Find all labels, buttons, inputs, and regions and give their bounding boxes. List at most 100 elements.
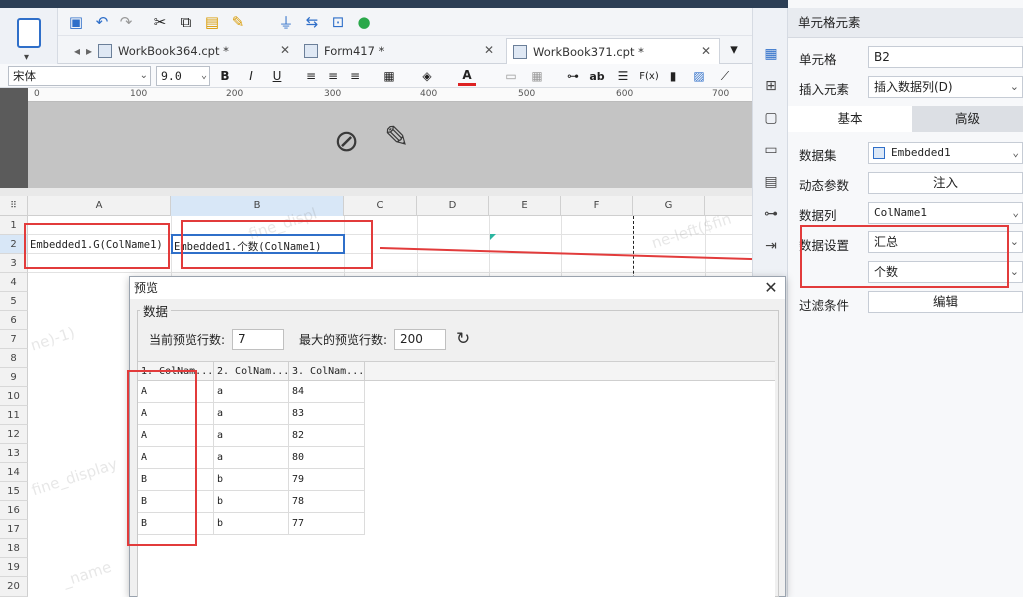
template-icon[interactable]: [17, 18, 41, 48]
row-header[interactable]: 10: [0, 387, 28, 406]
row-header[interactable]: 8: [0, 349, 28, 368]
close-icon[interactable]: ✕: [701, 44, 711, 58]
align-center-icon[interactable]: ≡: [324, 66, 342, 86]
check-icon[interactable]: ●: [354, 12, 374, 32]
align-right-icon[interactable]: ≡: [346, 66, 364, 86]
tab-form417[interactable]: Form417 * ✕: [298, 38, 502, 64]
select-all-corner[interactable]: ⠿: [0, 196, 28, 216]
row-header[interactable]: 9: [0, 368, 28, 387]
font-color-icon[interactable]: A: [458, 66, 476, 86]
border-icon[interactable]: ▦: [380, 66, 398, 86]
preview-icon[interactable]: ⊡: [328, 12, 348, 32]
highlight-box-data-setting: [800, 225, 1009, 288]
row-header[interactable]: 17: [0, 520, 28, 539]
current-rows-input[interactable]: 7: [232, 329, 284, 350]
table-cell: 83: [289, 403, 365, 425]
format-painter-icon[interactable]: ✎: [228, 12, 248, 32]
image-icon[interactable]: ▨: [690, 66, 708, 86]
highlight-box-a2: [24, 223, 170, 269]
filter-icon[interactable]: ⏚: [276, 12, 296, 32]
column-header-a[interactable]: A: [28, 196, 171, 216]
merge-icon[interactable]: ▭: [502, 66, 520, 86]
row-header[interactable]: 20: [0, 577, 28, 597]
list-icon[interactable]: ☰: [614, 66, 632, 86]
row-header[interactable]: 14: [0, 463, 28, 482]
ruler-tick: 400: [420, 89, 438, 99]
tab-menu-icon[interactable]: ▾: [724, 39, 744, 59]
table-cell: 78: [289, 491, 365, 513]
text-button[interactable]: ab: [588, 66, 606, 86]
font-size-select[interactable]: 9.0 ⌄: [156, 66, 210, 86]
row-header[interactable]: 11: [0, 406, 28, 425]
column-header-d[interactable]: D: [417, 196, 489, 216]
link-icon[interactable]: ⊶: [564, 66, 582, 86]
max-rows-input[interactable]: 200: [394, 329, 446, 350]
cell-name-field[interactable]: B2: [868, 46, 1023, 68]
tab-workbook371[interactable]: WorkBook371.cpt * ✕: [506, 38, 720, 64]
save-icon[interactable]: ▣: [66, 12, 86, 32]
column-header-b[interactable]: B: [171, 196, 344, 216]
dataset-select[interactable]: Embedded1 ⌄: [868, 142, 1023, 164]
chevron-down-icon[interactable]: ▾: [24, 52, 29, 63]
cut-icon[interactable]: ✂: [150, 12, 170, 32]
split-icon[interactable]: ▦: [528, 66, 546, 86]
row-header[interactable]: 16: [0, 501, 28, 520]
chart-icon[interactable]: ▮: [664, 66, 682, 86]
chevron-left-icon[interactable]: ◂: [74, 44, 80, 58]
export-icon[interactable]: ⇥: [761, 236, 781, 256]
table-cell: b: [214, 469, 289, 491]
inject-button[interactable]: 注入: [868, 172, 1023, 194]
widget-icon[interactable]: ▢: [761, 108, 781, 128]
row-header[interactable]: 6: [0, 311, 28, 330]
column-header-f[interactable]: F: [561, 196, 633, 216]
eye-off-icon[interactable]: ⊘: [334, 124, 359, 159]
redo-icon[interactable]: ↷: [116, 12, 136, 32]
close-icon[interactable]: ✕: [280, 43, 290, 57]
align-left-icon[interactable]: ≡: [302, 66, 320, 86]
slash-icon[interactable]: ⟋: [716, 66, 734, 86]
row-header[interactable]: 12: [0, 425, 28, 444]
table-header-3[interactable]: 3. ColNam...: [289, 362, 365, 381]
formula-button[interactable]: F(x): [638, 66, 660, 86]
row-header[interactable]: 18: [0, 539, 28, 558]
cell-attribute-icon[interactable]: ⊞: [761, 76, 781, 96]
undo-icon[interactable]: ↶: [92, 12, 112, 32]
form-element-icon[interactable]: ▤: [761, 172, 781, 192]
row-header[interactable]: 4: [0, 273, 28, 292]
cell-element-icon[interactable]: ▦: [761, 44, 781, 64]
row-header[interactable]: 5: [0, 292, 28, 311]
font-select[interactable]: 宋体 ⌄: [8, 66, 151, 86]
chevron-down-icon: ⌄: [1009, 80, 1019, 93]
divider: [0, 188, 752, 196]
refresh-icon[interactable]: ↻: [456, 329, 470, 349]
swap-icon[interactable]: ⇆: [302, 12, 322, 32]
column-header-e[interactable]: E: [489, 196, 561, 216]
data-column-select[interactable]: ColName1 ⌄: [868, 202, 1023, 224]
row-header[interactable]: 7: [0, 330, 28, 349]
data-column-value: ColName1: [874, 206, 927, 219]
insert-element-select[interactable]: 插入数据列(D) ⌄: [868, 76, 1023, 98]
column-header-g[interactable]: G: [633, 196, 705, 216]
pencil-icon[interactable]: ✎: [384, 120, 409, 155]
bold-button[interactable]: B: [216, 66, 234, 86]
paste-icon[interactable]: ▤: [202, 12, 222, 32]
popup-icon[interactable]: ▭: [761, 140, 781, 160]
close-icon[interactable]: ✕: [760, 277, 782, 299]
tab-workbook364[interactable]: WorkBook364.cpt * ✕: [92, 38, 298, 64]
current-rows-label: 当前预览行数:: [149, 333, 226, 347]
underline-button[interactable]: U: [268, 66, 286, 86]
row-header[interactable]: 15: [0, 482, 28, 501]
tab-advanced[interactable]: 高级: [912, 106, 1023, 132]
copy-icon[interactable]: ⧉: [176, 12, 196, 32]
row-header[interactable]: 13: [0, 444, 28, 463]
italic-button[interactable]: I: [242, 66, 260, 86]
fill-color-icon[interactable]: ◈: [418, 66, 436, 86]
column-header-c[interactable]: C: [344, 196, 417, 216]
arrow-line: [380, 247, 783, 261]
row-header[interactable]: 19: [0, 558, 28, 577]
table-header-2[interactable]: 2. ColNam...: [214, 362, 289, 381]
close-icon[interactable]: ✕: [484, 43, 494, 57]
hyperlink-icon[interactable]: ⊶: [761, 204, 781, 224]
edit-filter-button[interactable]: 编辑: [868, 291, 1023, 313]
tab-basic[interactable]: 基本: [788, 106, 912, 132]
